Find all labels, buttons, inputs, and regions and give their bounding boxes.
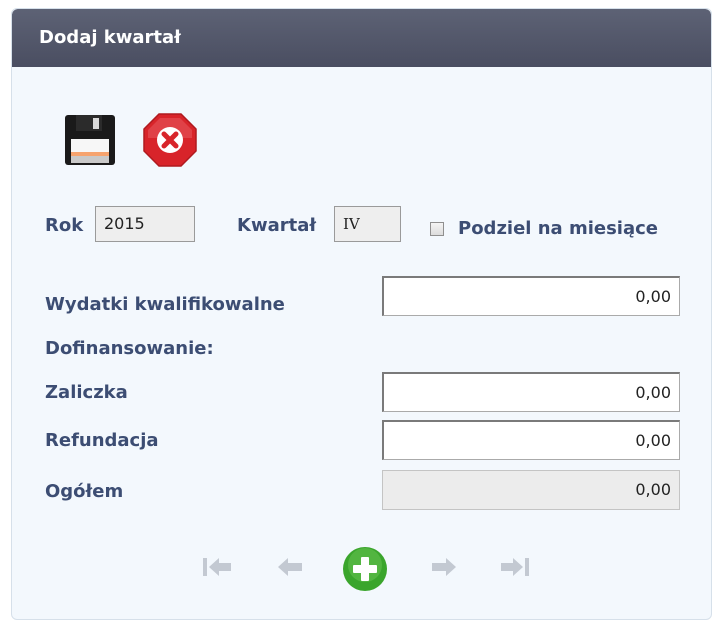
previous-arrow-icon xyxy=(278,558,302,576)
add-button[interactable] xyxy=(342,546,388,596)
kwartal-label: Kwartał xyxy=(237,215,317,236)
last-page-icon xyxy=(501,558,529,576)
wydatki-label: Wydatki kwalifikowalne xyxy=(45,294,285,315)
cancel-button[interactable] xyxy=(142,112,198,168)
first-page-button[interactable] xyxy=(200,553,234,585)
save-button[interactable] xyxy=(62,112,118,168)
rok-field[interactable]: 2015 xyxy=(95,206,195,242)
dialog-title: Dodaj kwartał xyxy=(39,27,181,48)
dofinansowanie-heading: Dofinansowanie: xyxy=(45,338,214,359)
refundacja-input[interactable] xyxy=(382,420,680,460)
next-button[interactable] xyxy=(428,553,458,585)
last-page-button[interactable] xyxy=(498,553,532,585)
kwartal-field[interactable]: IV xyxy=(334,206,401,242)
zaliczka-label: Zaliczka xyxy=(45,382,128,403)
add-plus-icon xyxy=(343,547,387,591)
add-quarter-dialog: Dodaj kwartał Rok 2015 Kwartał IV Podzie… xyxy=(11,8,712,620)
floppy-disk-icon xyxy=(65,115,115,165)
rok-label: Rok xyxy=(45,215,84,236)
ogolem-field: 0,00 xyxy=(382,470,680,510)
next-arrow-icon xyxy=(432,558,456,576)
previous-button[interactable] xyxy=(276,553,306,585)
ogolem-label: Ogółem xyxy=(45,481,124,502)
podziel-checkbox[interactable] xyxy=(430,222,444,236)
refundacja-label: Refundacja xyxy=(45,430,159,451)
first-page-icon xyxy=(203,558,231,576)
wydatki-input[interactable] xyxy=(382,276,680,316)
stop-x-icon xyxy=(143,113,197,167)
podziel-label: Podziel na miesiące xyxy=(458,218,659,239)
zaliczka-input[interactable] xyxy=(382,372,680,412)
dialog-titlebar: Dodaj kwartał xyxy=(12,9,711,67)
